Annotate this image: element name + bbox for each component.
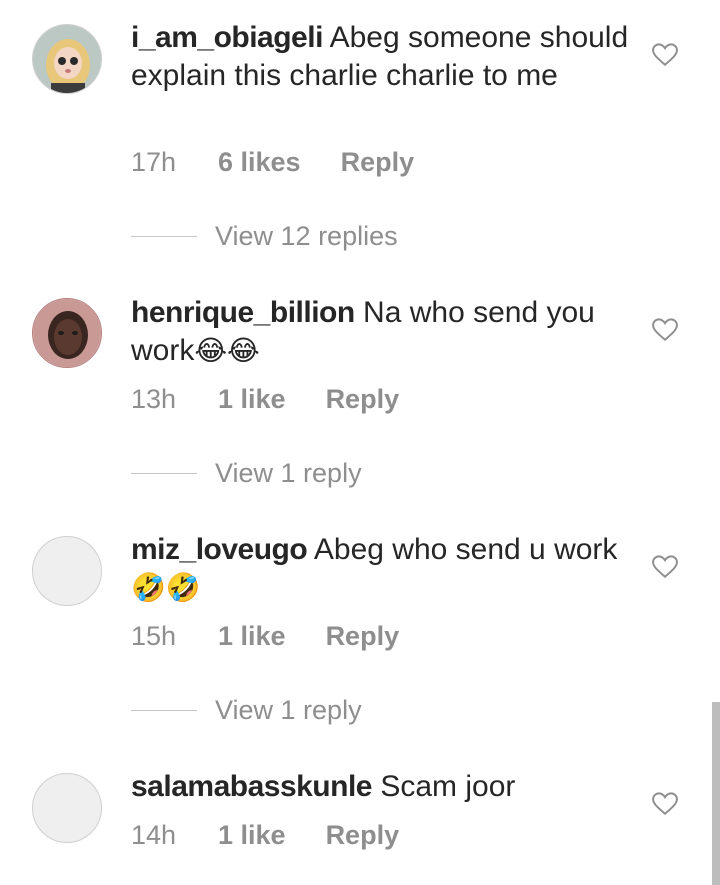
comment-meta: 15h 1 like Reply (131, 618, 399, 654)
comment-meta: 17h 6 likes Reply (131, 144, 414, 180)
comment-meta: 13h 1 like Reply (131, 381, 399, 417)
comment-likes[interactable]: 1 like (218, 820, 286, 851)
comment-likes[interactable]: 6 likes (218, 147, 301, 178)
view-replies-label: View 1 reply (215, 457, 362, 488)
view-replies-link[interactable]: View 1 reply (131, 455, 362, 491)
comment-username[interactable]: miz_loveugo (131, 533, 308, 566)
reply-button[interactable]: Reply (326, 820, 400, 851)
emoji-laughing: 😂😂 (194, 335, 260, 366)
comment-timestamp: 14h (131, 819, 177, 850)
comment-body: Abeg who send u work (313, 533, 618, 566)
comment-timestamp: 17h (131, 146, 177, 177)
avatar-portrait-image (33, 299, 101, 367)
comment-meta: 14h 1 like Reply (131, 817, 399, 853)
reply-button[interactable]: Reply (326, 384, 400, 415)
comment-username[interactable]: i_am_obiageli (131, 21, 323, 54)
view-replies-label: View 12 replies (215, 220, 398, 251)
divider-line (131, 472, 197, 474)
scrollbar[interactable] (712, 702, 720, 885)
comment-text: salamabasskunle Scam joor (131, 768, 631, 806)
like-heart-icon[interactable] (652, 43, 678, 67)
avatar-cartoon-image (33, 25, 101, 93)
avatar[interactable] (32, 536, 102, 606)
reply-button[interactable]: Reply (326, 621, 400, 652)
comment-text: i_am_obiageli Abeg someone should explai… (131, 19, 631, 95)
reply-button[interactable]: Reply (341, 147, 415, 178)
avatar[interactable] (32, 298, 102, 368)
avatar[interactable] (32, 773, 102, 843)
comment-username[interactable]: salamabasskunle (131, 770, 372, 803)
view-replies-link[interactable]: View 12 replies (131, 218, 398, 254)
view-replies-label: View 1 reply (215, 694, 362, 725)
comment-text: miz_loveugo Abeg who send u work 🤣🤣 (131, 531, 631, 607)
divider-line (131, 235, 197, 237)
view-replies-link[interactable]: View 1 reply (131, 692, 362, 728)
comment-likes[interactable]: 1 like (218, 621, 286, 652)
like-heart-icon[interactable] (652, 792, 678, 816)
like-heart-icon[interactable] (652, 555, 678, 579)
comment-username[interactable]: henrique_billion (131, 296, 355, 329)
comment-timestamp: 15h (131, 620, 177, 651)
comment-text: henrique_billion Na who send you work😂😂 (131, 294, 631, 370)
comment-likes[interactable]: 1 like (218, 384, 286, 415)
divider-line (131, 709, 197, 711)
like-heart-icon[interactable] (652, 318, 678, 342)
comment-body: Scam joor (380, 770, 516, 803)
avatar[interactable] (32, 24, 102, 94)
comment-timestamp: 13h (131, 383, 177, 414)
emoji-rolling-laughing: 🤣🤣 (131, 572, 201, 603)
